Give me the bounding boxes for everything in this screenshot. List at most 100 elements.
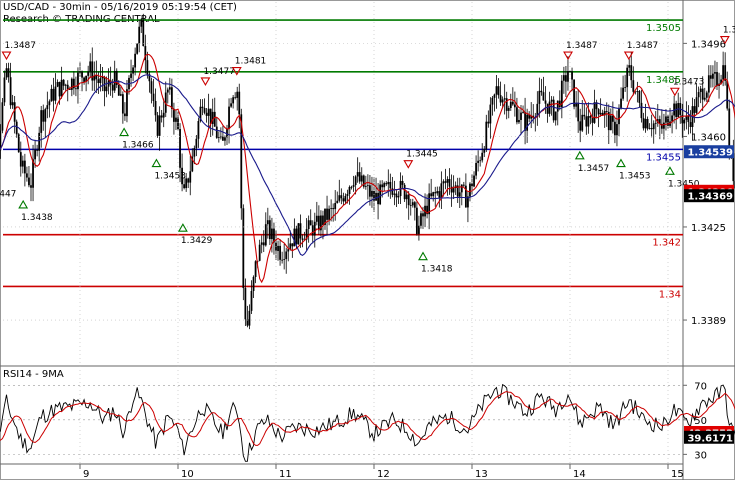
candle-body [554,111,557,121]
candle-body [62,79,65,86]
candle-body [569,71,571,72]
candle-body [448,179,451,187]
candle-body [409,205,412,206]
time-tick-label: 11 [279,469,292,480]
candle-body [54,86,57,101]
candle-body [77,72,79,90]
candle-body [722,65,725,80]
candle-body [126,89,128,117]
candle-body [671,115,673,122]
candle-body [64,84,67,86]
candle-body [330,208,333,209]
candle-body [558,100,561,108]
candle-body [689,122,692,128]
time-tick-label: 13 [475,469,488,480]
candle-body [581,114,584,131]
high-label: 1.3487 [5,41,37,51]
candle-body [95,75,98,80]
candle-body [652,123,655,130]
low-label: 1.3453 [619,172,651,182]
candle-body [585,116,588,127]
candle-body [501,99,504,103]
candle-body [411,202,414,206]
candle-body [687,116,690,123]
candle-body [709,75,712,79]
candle-body [405,194,408,200]
candle-body [491,97,494,105]
candle-body [683,119,686,124]
price-tick-label: 1.3425 [691,223,726,234]
candle-body [297,223,300,245]
candle-body [479,160,482,162]
level-label: 1.3505 [646,23,681,34]
candle-body [511,101,514,105]
candle-body [158,115,161,136]
candle-body [626,67,629,88]
rsi-badge-label: 39.6171 [687,433,733,444]
candle-body [285,251,288,260]
candle-body [654,122,657,124]
candle-body [228,106,230,129]
candle-body [232,97,235,104]
candle-body [262,242,265,246]
candle-body [432,192,435,197]
candle-body [168,87,171,90]
candle-body [703,97,706,100]
candle-body [332,208,335,210]
candle-body [381,184,384,188]
candle-body [89,61,92,72]
candle-body [473,175,475,187]
candle-body [340,195,343,199]
candle-body [387,181,390,185]
low-label: 1.3447 [0,190,16,200]
candle-body [154,100,157,116]
candle-body [295,228,298,245]
candle-body [26,173,28,178]
candle-body [366,185,369,187]
candle-body [477,160,480,163]
candle-body [393,193,396,195]
candle-body [307,220,310,230]
candle-body [383,183,386,188]
candle-body [244,288,247,320]
candle-body [83,77,85,82]
candle-body [258,244,261,261]
candle-body [599,112,602,115]
candle-body [283,259,286,260]
candle-body [322,215,324,225]
candle-body [513,104,516,108]
candle-body [50,88,53,102]
candle-body [197,121,200,139]
candle-body [132,67,134,74]
low-marker-icon [151,158,162,168]
candle-body [487,121,490,124]
candle-body [693,106,696,113]
candle-body [56,81,59,87]
candle-body [573,79,575,107]
candle-body [452,188,455,193]
candle-body [415,207,418,234]
low-marker-icon [574,150,585,160]
candle-body [422,213,424,217]
candle-body [40,110,43,133]
candle-body [391,188,394,195]
price-tick-label: 1.3496 [691,39,726,50]
candle-body [397,196,400,198]
candle-body [66,84,69,90]
low-marker-icon [18,199,29,209]
candle-body [162,112,165,118]
candle-body [369,185,371,197]
time-tick-label: 15 [671,469,684,480]
candle-body [587,116,590,127]
candle-body [344,195,347,202]
candle-body [489,104,492,124]
candle-body [538,90,541,104]
candle-body [562,75,565,81]
candle-body [701,88,704,100]
candle-body [173,108,175,122]
high-label: 1.3445 [406,150,438,160]
high-label: 1.3473 [673,77,705,87]
candle-body [350,186,353,188]
candle-body [520,112,522,120]
candle-body [254,261,257,277]
